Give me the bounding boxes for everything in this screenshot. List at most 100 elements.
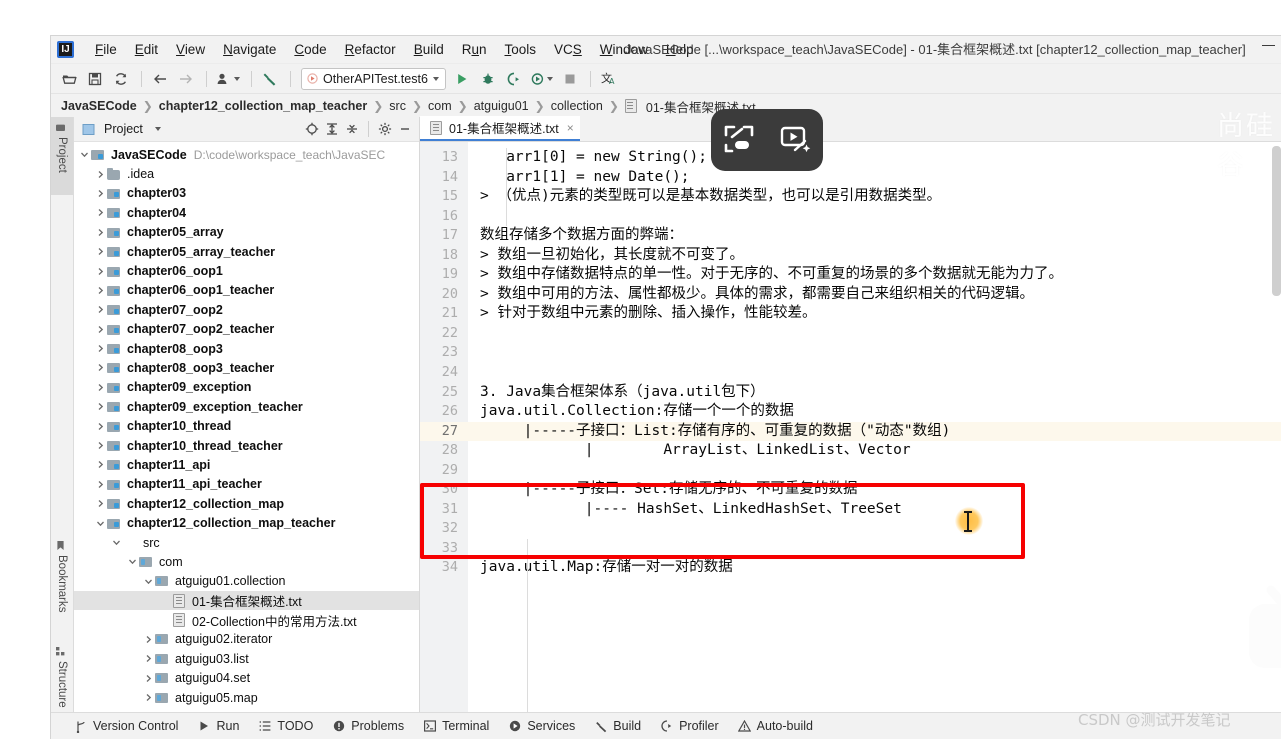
- tree-row[interactable]: atguigu05.map: [74, 688, 419, 707]
- menu-item-refactor[interactable]: Refactor: [336, 39, 405, 60]
- status-item-build[interactable]: Build: [593, 719, 641, 733]
- tree-row[interactable]: chapter12_collection_map: [74, 494, 419, 513]
- tree-row[interactable]: chapter05_array: [74, 223, 419, 242]
- chevron-right-icon[interactable]: [142, 654, 155, 663]
- chevron-right-icon[interactable]: [142, 693, 155, 702]
- code-line[interactable]: | ArrayList、LinkedList、Vector: [468, 441, 1281, 461]
- chevron-right-icon[interactable]: [94, 480, 107, 489]
- menu-item-tools[interactable]: Tools: [496, 39, 546, 60]
- save-all-icon[interactable]: [83, 68, 107, 90]
- breadcrumb-item[interactable]: JavaSECode: [59, 99, 139, 113]
- tree-row[interactable]: chapter08_oop3_teacher: [74, 358, 419, 377]
- tree-row[interactable]: chapter06_oop1_teacher: [74, 281, 419, 300]
- chevron-down-icon[interactable]: [154, 127, 161, 131]
- tree-row[interactable]: chapter08_oop3: [74, 339, 419, 358]
- menu-item-view[interactable]: View: [167, 39, 214, 60]
- breadcrumb-item[interactable]: atguigu01: [472, 99, 531, 113]
- tree-row[interactable]: chapter04: [74, 203, 419, 222]
- open-folder-icon[interactable]: [57, 68, 81, 90]
- breadcrumb-item[interactable]: src: [387, 99, 408, 113]
- menu-item-run[interactable]: Run: [453, 39, 496, 60]
- minimize-button[interactable]: [1262, 45, 1275, 46]
- code-line[interactable]: > 针对于数组中元素的删除、插入操作，性能较差。: [468, 304, 1281, 324]
- tree-row[interactable]: chapter11_api: [74, 455, 419, 474]
- code-line[interactable]: arr1[0] = new String();: [468, 148, 1281, 168]
- tree-row[interactable]: JavaSECode D:\code\workspace_teach\JavaSE…: [74, 145, 419, 164]
- tree-row[interactable]: chapter07_oop2_teacher: [74, 320, 419, 339]
- tree-row[interactable]: chapter06_oop1: [74, 261, 419, 280]
- chevron-right-icon[interactable]: [94, 170, 107, 179]
- tree-row[interactable]: chapter11_api_teacher: [74, 475, 419, 494]
- code-line[interactable]: [468, 207, 1281, 227]
- sync-refresh-icon[interactable]: [109, 68, 133, 90]
- status-item-version-control[interactable]: Version Control: [73, 719, 178, 733]
- close-icon[interactable]: ×: [567, 121, 574, 135]
- tree-row[interactable]: .idea: [74, 164, 419, 183]
- code-line[interactable]: > （优点)元素的类型既可以是基本数据类型，也可以是引用数据类型。: [468, 187, 1281, 207]
- chevron-right-icon[interactable]: [94, 422, 107, 431]
- code-line[interactable]: > 数组一旦初始化，其长度就不可变了。: [468, 246, 1281, 266]
- code-line[interactable]: |-----子接口：Set:存储无序的、不可重复的数据: [468, 480, 1281, 500]
- chevron-right-icon[interactable]: [94, 208, 107, 217]
- chevron-down-icon[interactable]: [234, 76, 240, 81]
- expand-all-icon[interactable]: [322, 119, 342, 139]
- chevron-right-icon[interactable]: [94, 402, 107, 411]
- run-configuration-selector[interactable]: OtherAPITest.test6: [301, 67, 446, 90]
- tree-row[interactable]: chapter09_exception_teacher: [74, 397, 419, 416]
- status-item-todo[interactable]: TODO: [257, 719, 313, 733]
- chevron-right-icon[interactable]: [94, 383, 107, 392]
- chevron-down-icon[interactable]: [94, 519, 107, 528]
- translate-icon[interactable]: 文A: [597, 68, 621, 90]
- status-item-terminal[interactable]: Terminal: [422, 719, 489, 733]
- tree-row[interactable]: 02-Collection中的常用方法.txt: [74, 610, 419, 629]
- tree-row[interactable]: chapter09_exception: [74, 378, 419, 397]
- tree-row[interactable]: chapter07_oop2: [74, 300, 419, 319]
- chevron-right-icon[interactable]: [94, 363, 107, 372]
- chevron-right-icon[interactable]: [94, 325, 107, 334]
- chevron-down-icon[interactable]: [546, 76, 553, 81]
- code-line[interactable]: [468, 461, 1281, 481]
- run-with-coverage-icon[interactable]: [502, 68, 526, 90]
- code-content[interactable]: arr1[0] = new String(); arr1[1] = new Da…: [468, 142, 1281, 713]
- chevron-down-icon[interactable]: [142, 577, 155, 586]
- stop-icon[interactable]: [558, 68, 582, 90]
- code-line[interactable]: [468, 363, 1281, 383]
- tree-row[interactable]: atguigu02.iterator: [74, 630, 419, 649]
- code-line[interactable]: [468, 324, 1281, 344]
- chevron-down-icon[interactable]: [432, 76, 439, 81]
- code-line[interactable]: > 数组中存储数据特点的单一性。对于无序的、不可重复的场景的多个数据就无能为力了…: [468, 265, 1281, 285]
- forward-arrow-icon[interactable]: [174, 68, 198, 90]
- code-line[interactable]: 数组存储多个数据方面的弊端：: [468, 226, 1281, 246]
- tree-row[interactable]: chapter03: [74, 184, 419, 203]
- tree-row[interactable]: atguigu03.list: [74, 649, 419, 668]
- picture-in-picture-icon[interactable]: [722, 123, 756, 158]
- chevron-down-icon[interactable]: [126, 557, 139, 566]
- chevron-right-icon[interactable]: [94, 344, 107, 353]
- code-line[interactable]: java.util.Map:存储一对一对的数据: [468, 558, 1281, 578]
- menu-item-edit[interactable]: Edit: [126, 39, 167, 60]
- chevron-right-icon[interactable]: [94, 228, 107, 237]
- tree-row[interactable]: chapter05_array_teacher: [74, 242, 419, 261]
- code-line[interactable]: |---- HashSet、LinkedHashSet、TreeSet: [468, 500, 1281, 520]
- status-item-run[interactable]: Run: [196, 719, 239, 733]
- chevron-right-icon[interactable]: [94, 460, 107, 469]
- floating-capture-toolbar[interactable]: [711, 109, 823, 171]
- profile-dropdown-icon[interactable]: [213, 68, 243, 90]
- code-line[interactable]: > 数组中可用的方法、属性都极少。具体的需求，都需要自己来组织相关的代码逻辑。: [468, 285, 1281, 305]
- tree-row[interactable]: atguigu01.collection: [74, 572, 419, 591]
- locate-target-icon[interactable]: [302, 119, 322, 139]
- collapse-all-icon[interactable]: [342, 119, 362, 139]
- menu-item-navigate[interactable]: Navigate: [214, 39, 285, 60]
- run-icon[interactable]: [450, 68, 474, 90]
- code-line[interactable]: |-----子接口：List:存储有序的、可重复的数据（"动态"数组): [468, 421, 1281, 442]
- chevron-right-icon[interactable]: [94, 189, 107, 198]
- tree-row[interactable]: 01-集合框架概述.txt: [74, 590, 419, 611]
- tree-row[interactable]: chapter12_collection_map_teacher: [74, 513, 419, 532]
- tree-row[interactable]: src: [74, 533, 419, 552]
- editor-tab-active[interactable]: 01-集合框架概述.txt ×: [420, 116, 580, 141]
- back-arrow-icon[interactable]: [148, 68, 172, 90]
- code-line[interactable]: [468, 539, 1281, 559]
- breadcrumb-item[interactable]: collection: [549, 99, 605, 113]
- menu-item-file[interactable]: File: [86, 39, 126, 60]
- code-line[interactable]: [468, 343, 1281, 363]
